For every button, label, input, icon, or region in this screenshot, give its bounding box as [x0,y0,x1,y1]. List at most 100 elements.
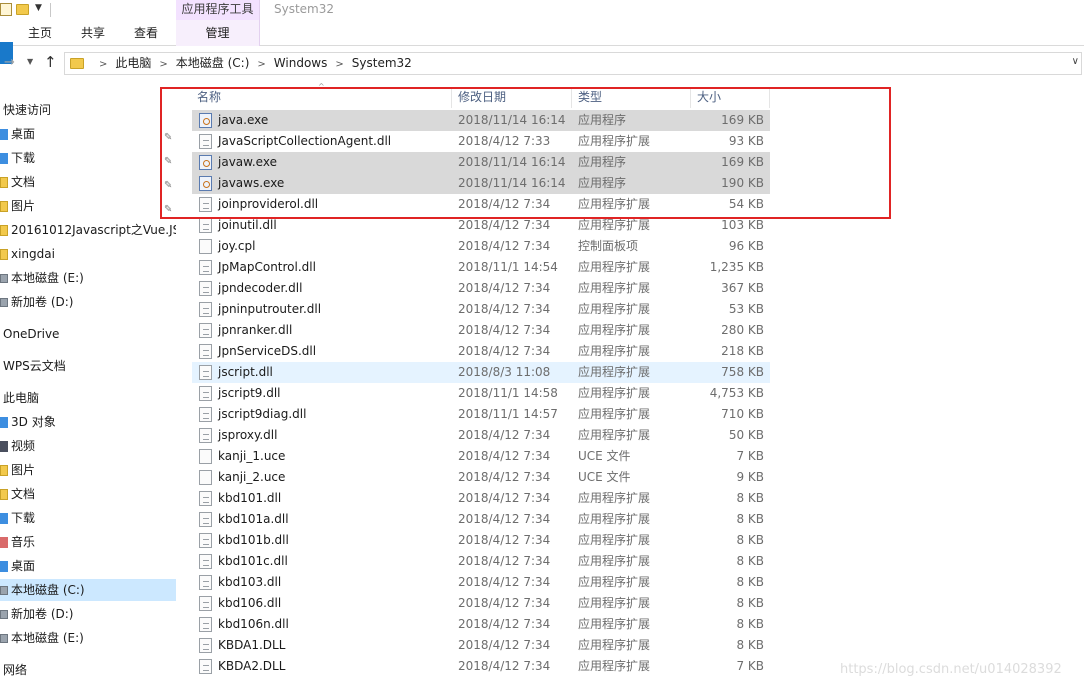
application-tools-header: 应用程序工具 [176,0,260,20]
drive-icon [0,298,8,307]
file-row[interactable]: kbd101a.dll 2018/4/12 7:34 应用程序扩展 8 KB [192,509,770,530]
crumb-windows[interactable]: Windows [274,56,328,70]
tab-home[interactable]: 主页 [28,20,52,46]
file-row[interactable]: jscript9.dll 2018/11/1 14:58 应用程序扩展 4,753 K… [192,383,770,404]
file-row[interactable]: kanji_2.uce 2018/4/12 7:34 UCE 文件 9 KB [192,467,770,488]
file-row[interactable]: jpndecoder.dll 2018/4/12 7:34 应用程序扩展 367 KB [192,278,770,299]
sidebar-item[interactable]: 本地磁盘 (C:) [0,579,176,601]
sidebar-item[interactable]: 新加卷 (D:) [0,291,176,313]
crumb-this-pc[interactable]: 此电脑 [115,56,151,70]
file-type: 应用程序扩展 [578,659,651,673]
file-row[interactable]: kbd101c.dll 2018/4/12 7:34 应用程序扩展 8 KB [192,551,770,572]
up-arrow-icon[interactable]: ↑ [44,53,57,71]
file-name: jsproxy.dll [218,428,278,442]
recent-locations-icon[interactable]: ▼ [27,57,33,66]
file-row[interactable]: kbd101.dll 2018/4/12 7:34 应用程序扩展 8 KB [192,488,770,509]
file-date: 2018/4/12 7:34 [458,659,551,673]
sidebar-item[interactable]: 下载 [0,507,176,529]
desktop-icon [0,129,8,140]
file-row[interactable]: JpMapControl.dll 2018/11/1 14:54 应用程序扩展 1,2… [192,257,770,278]
chevron-right-icon[interactable]: > [335,59,343,70]
sidebar-item[interactable]: 桌面 ✎ [0,123,176,145]
title-bar: ▼ 应用程序工具 System32 [0,0,1084,20]
crumb-system32[interactable]: System32 [352,56,412,70]
dll-file-icon [199,533,212,548]
file-row[interactable]: kbd103.dll 2018/4/12 7:34 应用程序扩展 8 KB [192,572,770,593]
file-row[interactable]: jpninputrouter.dll 2018/4/12 7:34 应用程序扩展 53… [192,299,770,320]
sidebar-item-label: OneDrive [3,327,60,341]
file-date: 2018/4/12 7:34 [458,575,551,589]
sidebar-item-label: 20161012Javascript之Vue.JS [11,223,176,237]
folder-icon [0,225,8,236]
sidebar-item[interactable]: 此电脑 [0,387,176,409]
dll-file-icon [199,218,212,233]
dll-file-icon [199,302,212,317]
file-size: 8 KB [736,638,764,652]
sidebar-item[interactable]: 新加卷 (D:) [0,603,176,625]
file-date: 2018/11/1 14:57 [458,407,558,421]
file-row[interactable]: KBDA1.DLL 2018/4/12 7:34 应用程序扩展 8 KB [192,635,770,656]
chevron-right-icon[interactable]: > [159,59,167,70]
file-row[interactable]: jscript.dll 2018/8/3 11:08 应用程序扩展 758 KB [192,362,770,383]
sidebar-item-label: 本地磁盘 (C:) [11,583,85,597]
sidebar-item[interactable]: WPS云文档 [0,355,176,377]
quick-access-dropdown-icon[interactable]: ▼ [35,3,42,13]
sidebar-item[interactable]: 20161012Javascript之Vue.JS [0,219,176,241]
file-name: kbd101.dll [218,491,282,505]
sidebar-item[interactable]: 图片 [0,459,176,481]
address-bar[interactable]: > 此电脑 > 本地磁盘 (C:) > Windows > System32 ∨ [64,52,1082,75]
music-icon [0,537,8,548]
sidebar-item[interactable]: 文档 [0,483,176,505]
tab-manage[interactable]: 管理 [176,20,260,46]
chevron-right-icon[interactable]: > [257,59,265,70]
dll-file-icon [199,617,212,632]
sidebar-item[interactable]: 文档 ✎ [0,171,176,193]
sidebar-item[interactable]: xingdai [0,243,176,265]
sidebar-item[interactable]: 3D 对象 [0,411,176,433]
tab-share[interactable]: 共享 [81,20,105,46]
sidebar-item[interactable]: 视频 [0,435,176,457]
file-name: JpMapControl.dll [218,260,316,274]
file-name: jscript9.dll [218,386,281,400]
sidebar-item[interactable]: 音乐 [0,531,176,553]
file-type: 应用程序扩展 [578,302,651,316]
dll-file-icon [199,512,212,527]
navigation-pane: 快速访问 桌面 ✎ 下载 ✎ 文档 ✎ 图片 ✎ 20161012Javascript之Vue.J… [0,96,180,688]
file-row[interactable]: jsproxy.dll 2018/4/12 7:34 应用程序扩展 50 KB [192,425,770,446]
properties-icon[interactable] [0,3,12,16]
download-icon [0,513,8,524]
file-type: 应用程序扩展 [578,407,651,421]
file-row[interactable]: kanji_1.uce 2018/4/12 7:34 UCE 文件 7 KB [192,446,770,467]
file-row[interactable]: kbd106n.dll 2018/4/12 7:34 应用程序扩展 8 KB [192,614,770,635]
sidebar-item[interactable]: 快速访问 [0,99,176,121]
file-row[interactable]: kbd106.dll 2018/4/12 7:34 应用程序扩展 8 KB [192,593,770,614]
file-row[interactable]: JpnServiceDS.dll 2018/4/12 7:34 应用程序扩展 218 … [192,341,770,362]
back-arrow-icon[interactable]: → [4,55,15,70]
file-row[interactable]: kbd101b.dll 2018/4/12 7:34 应用程序扩展 8 KB [192,530,770,551]
sidebar-item-label: WPS云文档 [3,359,66,373]
sidebar-item[interactable]: 网络 [0,659,176,681]
file-row[interactable]: KBDA2.DLL 2018/4/12 7:34 应用程序扩展 7 KB [192,656,770,677]
sidebar-item[interactable]: 下载 ✎ [0,147,176,169]
file-row[interactable]: jscript9diag.dll 2018/11/1 14:57 应用程序扩展 710… [192,404,770,425]
file-row[interactable]: jpnranker.dll 2018/4/12 7:34 应用程序扩展 280 KB [192,320,770,341]
sidebar-item-label: 下载 [11,511,36,525]
new-folder-icon[interactable] [16,4,29,15]
sidebar-item-label: 新加卷 (D:) [11,607,74,621]
sidebar-item[interactable]: OneDrive [0,323,176,345]
tab-view[interactable]: 查看 [134,20,158,46]
chevron-down-icon[interactable]: ∨ [1072,56,1079,67]
sidebar-item[interactable]: 本地磁盘 (E:) [0,627,176,649]
chevron-right-icon: > [99,59,108,70]
file-row[interactable]: joy.cpl 2018/4/12 7:34 控制面板项 96 KB [192,236,770,257]
dll-file-icon [199,596,212,611]
crumb-local-disk-c[interactable]: 本地磁盘 (C:) [176,56,250,70]
file-size: 4,753 KB [709,386,764,400]
sidebar-item[interactable]: 本地磁盘 (E:) [0,267,176,289]
dll-file-icon [199,659,212,674]
sidebar-item[interactable]: 图片 ✎ [0,195,176,217]
breadcrumb: > 此电脑 > 本地磁盘 (C:) > Windows > System32 [91,53,412,74]
sidebar-item[interactable]: 桌面 [0,555,176,577]
dll-file-icon [199,386,212,401]
file-type: 应用程序扩展 [578,386,651,400]
